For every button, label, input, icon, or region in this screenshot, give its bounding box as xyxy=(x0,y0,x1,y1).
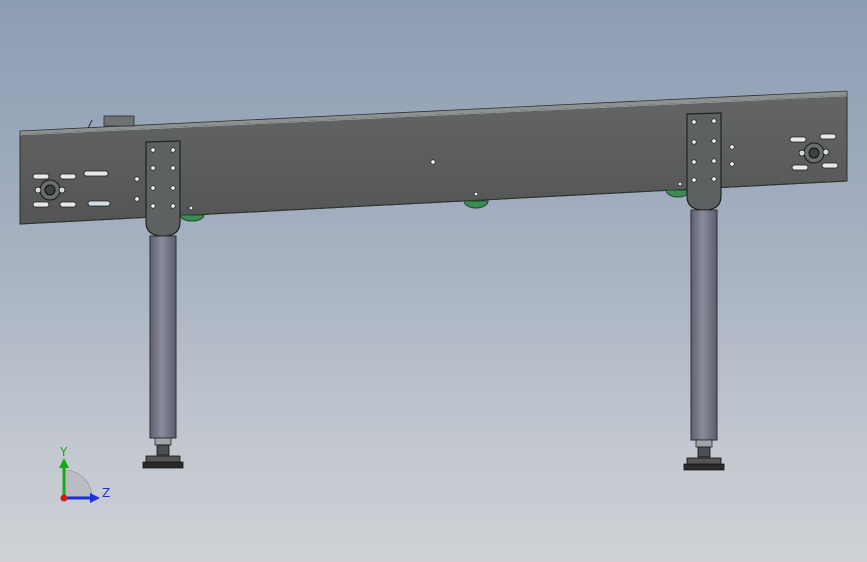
conveyor-frame[interactable] xyxy=(19,90,848,225)
orientation-triad[interactable]: Y Z xyxy=(59,445,110,503)
triad-plane xyxy=(63,469,93,499)
top-bracket xyxy=(103,115,135,127)
z-axis-label: Z xyxy=(102,486,110,500)
y-axis-label: Y xyxy=(59,445,68,459)
y-axis-arrowhead xyxy=(59,458,69,468)
x-axis-dot xyxy=(60,494,68,502)
right-support-leg[interactable] xyxy=(683,112,725,471)
left-support-leg[interactable] xyxy=(142,140,184,469)
model-view[interactable]: Y Z xyxy=(0,0,867,562)
z-axis-arrowhead xyxy=(90,493,100,503)
cad-viewport[interactable]: Y Z xyxy=(0,0,867,562)
